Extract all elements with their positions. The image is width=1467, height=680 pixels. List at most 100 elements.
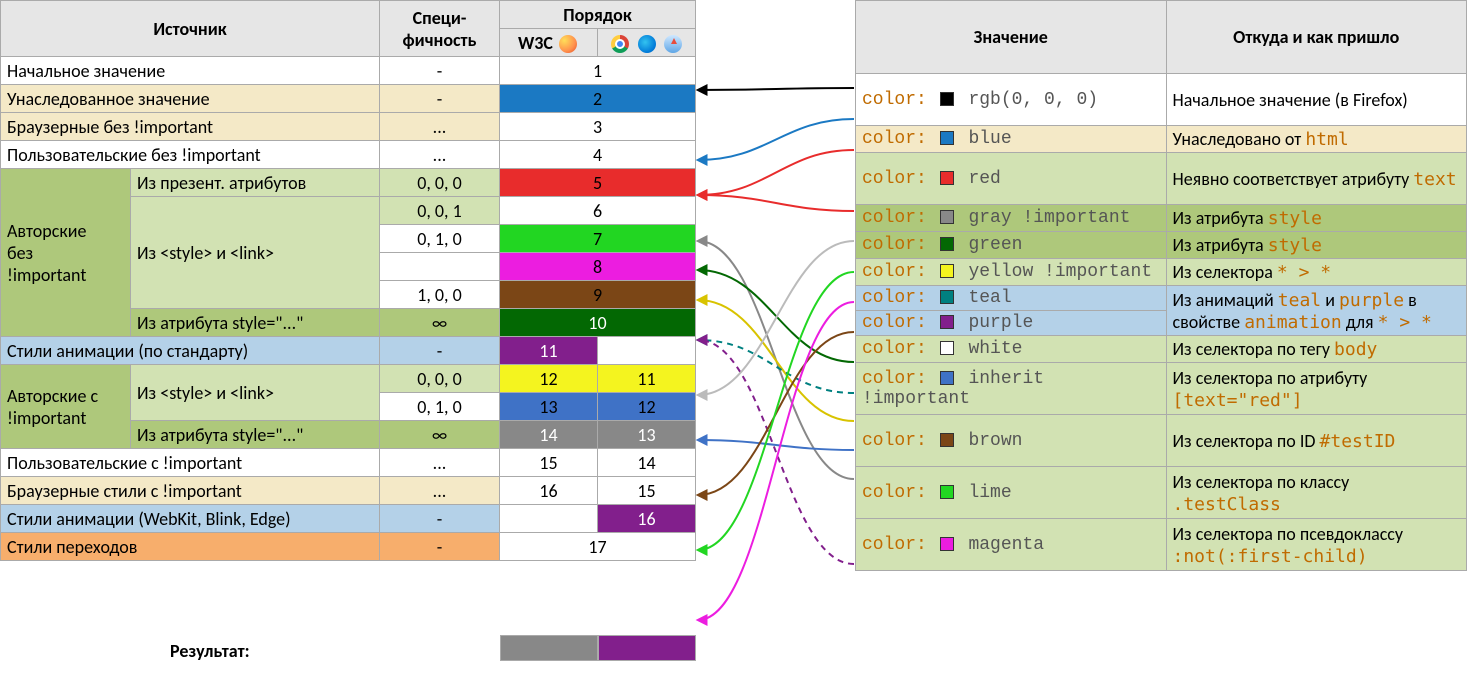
arrow: [698, 241, 854, 395]
specificity-cell: 0, 0, 0: [380, 365, 500, 393]
result-browsers: [598, 635, 696, 661]
specificity-cell: 1, 0, 0: [380, 281, 500, 309]
order-w3c-cell: 9: [500, 281, 696, 309]
dest-cell: Из селектора по ID #testID: [1166, 415, 1467, 467]
order-browsers-cell: 15: [598, 477, 696, 505]
value-cell: color: teal: [856, 286, 1167, 311]
specificity-cell: 0, 0, 1: [380, 197, 500, 225]
subsource-cell: Из атрибута style="...": [131, 309, 380, 337]
order-browsers-cell: 11: [598, 365, 696, 393]
value-row: color: rgb(0, 0, 0)Начальное значение (в…: [856, 74, 1467, 126]
arrow: [698, 332, 854, 495]
specificity-cell: ∞: [380, 309, 500, 337]
cascade-row: Авторские без !importantИз презент. атри…: [1, 169, 696, 197]
order-w3c-cell: 14: [500, 421, 598, 449]
dest-cell: Из анимаций teal и purple в свойстве ani…: [1166, 286, 1467, 336]
order-w3c-cell: 4: [500, 141, 696, 169]
result-label: Результат:: [170, 640, 250, 662]
value-cell: color: red: [856, 153, 1167, 205]
order-browsers-cell: 13: [598, 421, 696, 449]
specificity-cell: -: [380, 85, 500, 113]
arrow: [698, 272, 854, 550]
group-cell: Авторские с !important: [1, 365, 131, 449]
arrow: [698, 340, 854, 564]
source-cell: Стили переходов: [1, 533, 380, 561]
cascade-row: Браузерные стили с !important...1615: [1, 477, 696, 505]
cascade-row: Унаследованное значение-2: [1, 85, 696, 113]
source-cell: Браузерные без !important: [1, 113, 380, 141]
arrow-overlay: [696, 0, 855, 680]
specificity-cell: ...: [380, 113, 500, 141]
arrow: [698, 302, 854, 620]
order-w3c-cell: 7: [500, 225, 696, 253]
cascade-row: Стили переходов-17: [1, 533, 696, 561]
dest-cell: Из селектора по тегу body: [1166, 336, 1467, 363]
value-row: color: greenИз атрибута style: [856, 232, 1467, 259]
value-row: color: magentaИз селектора по псевдоклас…: [856, 519, 1467, 571]
specificity-cell: -: [380, 57, 500, 85]
value-cell: color: inherit !important: [856, 363, 1167, 415]
value-cell: color: purple: [856, 311, 1167, 336]
value-cell: color: green: [856, 232, 1167, 259]
dest-cell: Унаследовано от html: [1166, 126, 1467, 153]
cascade-table: Источник Специ- фичность Порядок W3C Нач…: [0, 0, 696, 561]
arrow: [698, 270, 854, 362]
th-specificity: Специ- фичность: [380, 1, 500, 57]
cascade-row: Начальное значение-1: [1, 57, 696, 85]
value-cell: color: brown: [856, 415, 1167, 467]
dest-cell: Из селектора * > *: [1166, 259, 1467, 286]
value-row: color: inherit !importantИз селектора по…: [856, 363, 1467, 415]
source-cell: Браузерные стили с !important: [1, 477, 380, 505]
specificity-cell: 0, 0, 0: [380, 169, 500, 197]
value-row: color: limeИз селектора по классу .testC…: [856, 467, 1467, 519]
cascade-row: Браузерные без !important...3: [1, 113, 696, 141]
value-cell: color: yellow !important: [856, 259, 1167, 286]
th-source: Источник: [1, 1, 380, 57]
specificity-cell: -: [380, 505, 500, 533]
order-w3c-cell: 10: [500, 309, 696, 337]
arrow: [698, 241, 854, 479]
th-w3c: W3C: [500, 29, 598, 57]
arrow: [698, 440, 854, 450]
order-w3c-cell: 1: [500, 57, 696, 85]
cascade-row: Авторские с !importantИз <style> и <link…: [1, 365, 696, 393]
value-cell: color: lime: [856, 467, 1167, 519]
value-row: color: redНеявно соответствует атрибуту …: [856, 153, 1467, 205]
order-w3c-cell: 16: [500, 477, 598, 505]
value-row: color: brownИз селектора по ID #testID: [856, 415, 1467, 467]
source-cell: Стили анимации (по стандарту): [1, 337, 380, 365]
arrow: [698, 300, 854, 421]
order-w3c-cell: 15: [500, 449, 598, 477]
safari-icon: [664, 35, 682, 53]
dest-cell: Неявно соответствует атрибуту text: [1166, 153, 1467, 205]
th-browsers: [598, 29, 696, 57]
order-w3c-cell: 8: [500, 253, 696, 281]
arrow: [698, 340, 854, 393]
value-row: color: tealИз анимаций teal и purple в с…: [856, 286, 1467, 311]
th-dest: Откуда и как пришло: [1166, 1, 1467, 74]
edge-icon: [638, 35, 656, 53]
source-cell: Стили анимации (WebKit, Blink, Edge): [1, 505, 380, 533]
dest-cell: Из селектора по классу .testClass: [1166, 467, 1467, 519]
th-order: Порядок: [500, 1, 696, 29]
specificity-cell: [380, 253, 500, 281]
order-browsers-cell: [598, 337, 696, 365]
value-cell: color: gray !important: [856, 205, 1167, 232]
cascade-row: Пользовательские с !important...1514: [1, 449, 696, 477]
subsource-cell: Из <style> и <link>: [131, 365, 380, 421]
value-row: color: whiteИз селектора по тегу body: [856, 336, 1467, 363]
value-cell: color: white: [856, 336, 1167, 363]
order-w3c-cell: 13: [500, 393, 598, 421]
dest-cell: Из селектора по псевдоклассу :not(:first…: [1166, 519, 1467, 571]
order-w3c-cell: 6: [500, 197, 696, 225]
arrow: [698, 88, 854, 90]
cascade-row: Стили анимации (по стандарту)-11: [1, 337, 696, 365]
source-cell: Пользовательские без !important: [1, 141, 380, 169]
result-w3c: [500, 635, 598, 661]
cascade-row: Стили анимации (WebKit, Blink, Edge)-16: [1, 505, 696, 533]
specificity-cell: ...: [380, 449, 500, 477]
order-browsers-cell: 14: [598, 449, 696, 477]
value-row: color: blueУнаследовано от html: [856, 126, 1467, 153]
source-cell: Пользовательские с !important: [1, 449, 380, 477]
cascade-row: Пользовательские без !important...4: [1, 141, 696, 169]
